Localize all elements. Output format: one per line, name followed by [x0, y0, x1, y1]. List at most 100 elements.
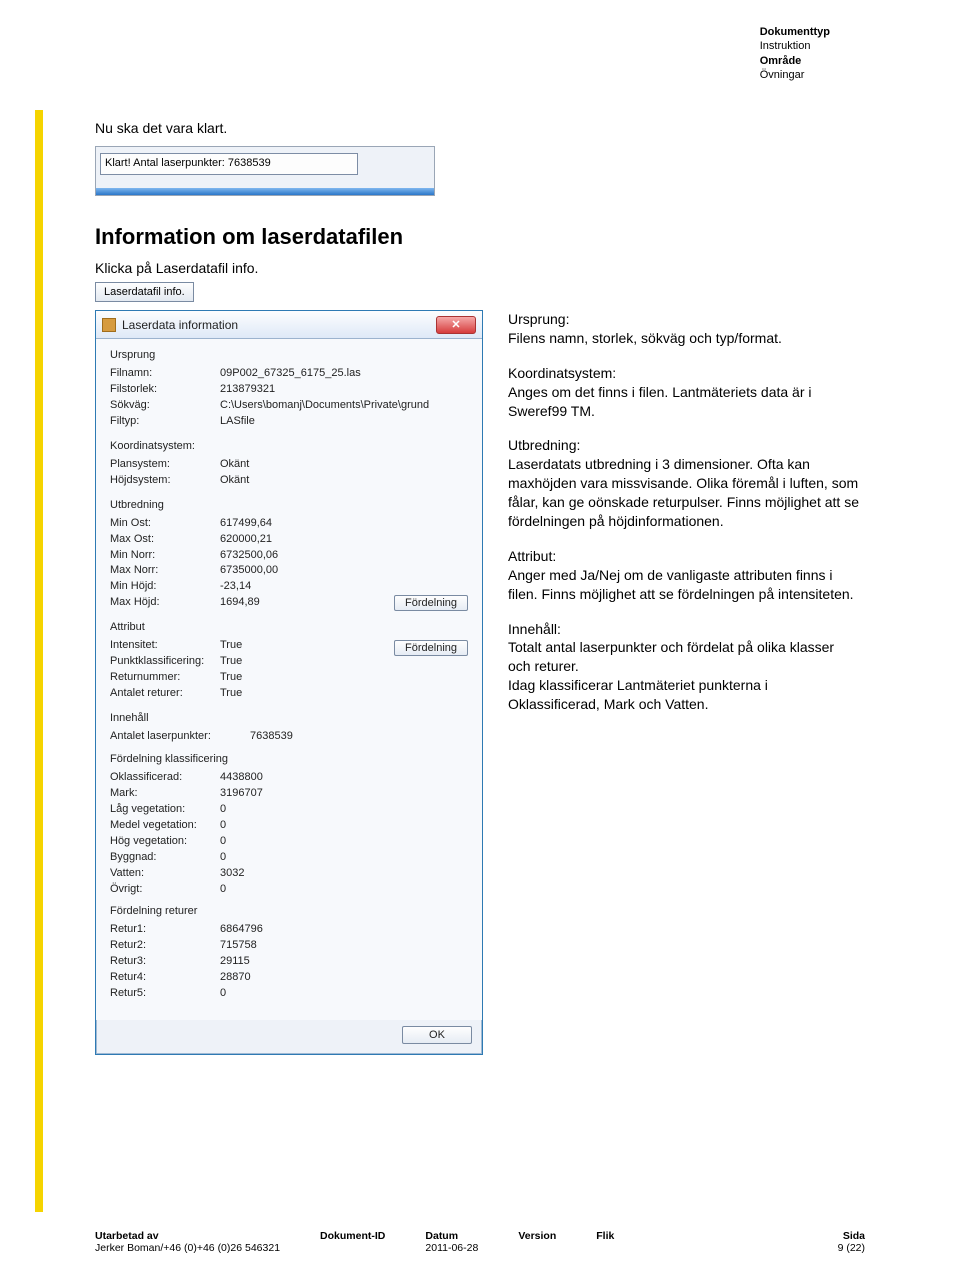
dialog-titlebar: Laserdata information ✕ [96, 311, 482, 339]
area-value: Övningar [760, 68, 830, 82]
intensitet-label: Intensitet: [110, 638, 220, 654]
medveg-label: Medel vegetation: [110, 818, 220, 834]
antal-laserpunkter-label: Antalet laserpunkter: [110, 729, 250, 745]
hogveg-value: 0 [220, 834, 468, 850]
intro-text: Nu ska det vara klart. [95, 120, 860, 136]
group-ursprung: Ursprung Filnamn:09P002_67325_6175_25.la… [110, 349, 468, 430]
maxnorr-value: 6735000,00 [220, 563, 394, 579]
punktklass-label: Punktklassificering: [110, 654, 220, 670]
filstorlek-label: Filstorlek: [110, 382, 220, 398]
desc-attribut: Attribut: Anger med Ja/Nej om de vanliga… [508, 547, 860, 604]
retur3-label: Retur3: [110, 954, 220, 970]
minhojd-value: -23,14 [220, 579, 394, 595]
retur2-label: Retur2: [110, 938, 220, 954]
desc-innehall: Innehåll: Totalt antal laserpunkter och … [508, 620, 860, 714]
section-heading: Information om laserdatafilen [95, 224, 860, 250]
hojdsystem-label: Höjdsystem: [110, 473, 220, 489]
version-label: Version [518, 1230, 556, 1242]
filnamn-value: 09P002_67325_6175_25.las [220, 366, 468, 382]
maxost-value: 620000,21 [220, 532, 394, 548]
area-label: Område [760, 54, 830, 68]
margin-bar-icon [35, 110, 43, 1212]
ovrigt-label: Övrigt: [110, 882, 220, 898]
vatten-value: 3032 [220, 866, 468, 882]
page-footer: Utarbetad avJerker Boman/+46 (0)+46 (0)2… [95, 1230, 865, 1254]
retur4-value: 28870 [220, 970, 468, 986]
plansystem-value: Okänt [220, 457, 468, 473]
retur5-value: 0 [220, 986, 468, 1002]
header-metadata: Dokumenttyp Instruktion Område Övningar [760, 25, 830, 82]
retur2-value: 715758 [220, 938, 468, 954]
docid-label: Dokument-ID [320, 1230, 385, 1242]
attribut-heading: Attribut [110, 621, 468, 633]
click-instruction: Klicka på Laserdatafil info. [95, 260, 860, 276]
mark-label: Mark: [110, 786, 220, 802]
sida-value: 9 (22) [838, 1242, 865, 1254]
retur1-value: 6864796 [220, 922, 468, 938]
utarbetad-value: Jerker Boman/+46 (0)+46 (0)26 546321 [95, 1242, 280, 1254]
fordelning-height-button[interactable]: Fördelning [394, 595, 468, 611]
minnorr-value: 6732500,06 [220, 548, 394, 564]
koord-heading: Koordinatsystem: [110, 440, 468, 452]
utarbetad-label: Utarbetad av [95, 1230, 280, 1242]
mark-value: 3196707 [220, 786, 468, 802]
retur5-label: Retur5: [110, 986, 220, 1002]
returer-heading: Fördelning returer [110, 905, 468, 917]
datum-label: Datum [425, 1230, 478, 1242]
oklass-value: 4438800 [220, 770, 468, 786]
medveg-value: 0 [220, 818, 468, 834]
returnummer-value: True [220, 670, 394, 686]
window-border-icon [96, 188, 434, 195]
description-column: Ursprung: Filens namn, storlek, sökväg o… [508, 310, 860, 730]
page-content: Nu ska det vara klart. Klart! Antal lase… [95, 120, 860, 1055]
innehall-heading: Innehåll [110, 712, 468, 724]
sokvag-value: C:\Users\bomanj\Documents\Private\grund [220, 398, 468, 414]
punktklass-value: True [220, 654, 394, 670]
statusbar-text: Klart! Antal laserpunkter: 7638539 [100, 153, 358, 175]
plansystem-label: Plansystem: [110, 457, 220, 473]
ursprung-heading: Ursprung [110, 349, 468, 361]
returnummer-label: Returnummer: [110, 670, 220, 686]
oklass-label: Oklassificerad: [110, 770, 220, 786]
desc-utbredning: Utbredning: Laserdatats utbredning i 3 d… [508, 436, 860, 530]
sida-label: Sida [838, 1230, 865, 1242]
minost-label: Min Ost: [110, 516, 220, 532]
group-utbredning: Utbredning Min Ost:617499,64 Max Ost:620… [110, 499, 468, 612]
laserdatafil-info-button[interactable]: Laserdatafil info. [95, 282, 194, 302]
antalreturer-value: True [220, 686, 394, 702]
retur1-label: Retur1: [110, 922, 220, 938]
utbredning-heading: Utbredning [110, 499, 468, 511]
antalreturer-label: Antalet returer: [110, 686, 220, 702]
sokvag-label: Sökväg: [110, 398, 220, 414]
minost-value: 617499,64 [220, 516, 394, 532]
lagveg-label: Låg vegetation: [110, 802, 220, 818]
laserdata-dialog: Laserdata information ✕ Ursprung Filnamn… [95, 310, 483, 1055]
group-innehall: Innehåll Antalet laserpunkter:7638539 Fö… [110, 712, 468, 1002]
ok-button[interactable]: OK [402, 1026, 472, 1044]
filtyp-value: LASfile [220, 414, 468, 430]
maxhojd-label: Max Höjd: [110, 595, 220, 611]
doc-type-label: Dokumenttyp [760, 25, 830, 39]
retur3-value: 29115 [220, 954, 468, 970]
hogveg-label: Hög vegetation: [110, 834, 220, 850]
filstorlek-value: 213879321 [220, 382, 468, 398]
close-button[interactable]: ✕ [436, 316, 476, 334]
lagveg-value: 0 [220, 802, 468, 818]
fordelning-intensity-button[interactable]: Fördelning [394, 640, 468, 656]
flik-label: Flik [596, 1230, 614, 1242]
retur4-label: Retur4: [110, 970, 220, 986]
dialog-title: Laserdata information [122, 318, 436, 332]
filnamn-label: Filnamn: [110, 366, 220, 382]
group-attribut: Attribut Intensitet:True Punktklassifice… [110, 621, 468, 702]
desc-ursprung: Ursprung: Filens namn, storlek, sökväg o… [508, 310, 860, 348]
hojdsystem-value: Okänt [220, 473, 468, 489]
vatten-label: Vatten: [110, 866, 220, 882]
desc-koordinatsystem: Koordinatsystem: Anges om det finns i fi… [508, 364, 860, 421]
ovrigt-value: 0 [220, 882, 468, 898]
maxnorr-label: Max Norr: [110, 563, 220, 579]
byggnad-value: 0 [220, 850, 468, 866]
dialog-body: Ursprung Filnamn:09P002_67325_6175_25.la… [96, 339, 482, 1020]
app-icon [102, 318, 116, 332]
byggnad-label: Byggnad: [110, 850, 220, 866]
minhojd-label: Min Höjd: [110, 579, 220, 595]
